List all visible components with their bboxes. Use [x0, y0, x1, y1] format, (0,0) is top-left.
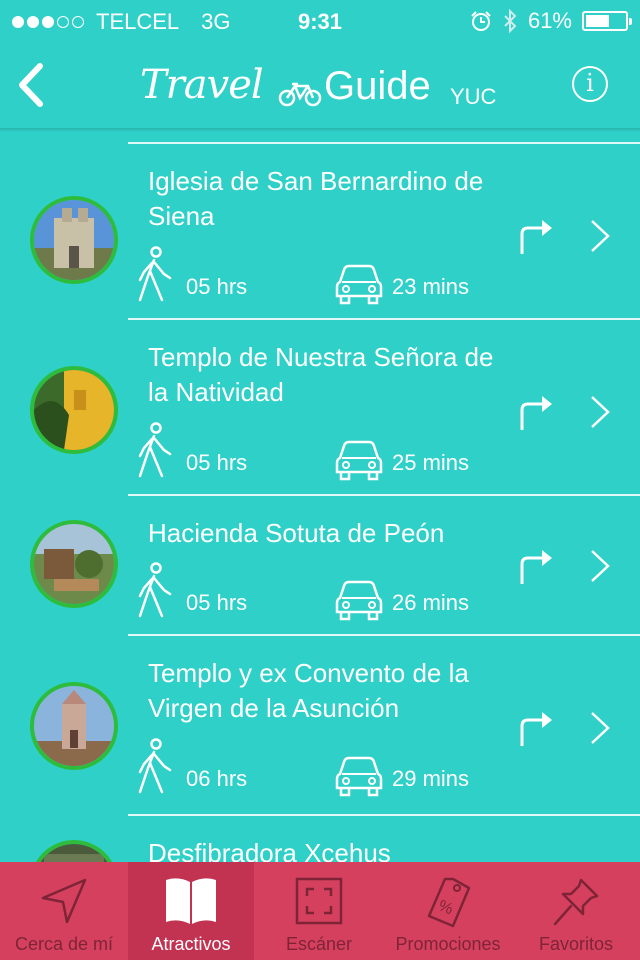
scanner-frame-icon: [295, 877, 343, 925]
list-item[interactable]: Desfibradora Xcehus: [0, 814, 640, 862]
app-header: Travel Guide YUC i: [0, 42, 640, 128]
chevron-right-icon[interactable]: [588, 710, 612, 746]
car-icon: [335, 580, 383, 621]
svg-text:%: %: [436, 897, 456, 918]
tab-label: Cerca de mí: [14, 934, 114, 954]
row-divider: [128, 142, 640, 144]
attraction-title: Templo de Nuestra Señora de la Natividad: [148, 342, 494, 407]
car-icon: [335, 440, 383, 481]
logo-guide-text: Guide: [324, 64, 431, 108]
bicycle-icon: [278, 82, 322, 107]
app-logo: Travel Guide YUC: [140, 56, 510, 116]
tab-favoritos[interactable]: Favoritos: [512, 862, 640, 960]
chevron-right-icon[interactable]: [588, 218, 612, 254]
tab-atractivos[interactable]: Atractivos: [128, 862, 254, 960]
tab-escaner[interactable]: Escáner: [254, 862, 384, 960]
status-right: 61%: [470, 8, 632, 34]
tab-label: Escáner: [285, 934, 353, 954]
attraction-thumbnail: [30, 520, 118, 608]
car-time: 25 mins: [392, 450, 470, 475]
list-item[interactable]: Templo y ex Convento de la Virgen de la …: [0, 634, 640, 812]
status-bar: TELCEL 3G 9:31 61%: [0, 0, 640, 42]
attraction-title: Templo y ex Convento de la Virgen de la …: [148, 658, 469, 723]
attraction-title: Iglesia de San Bernardino de Siena: [148, 166, 484, 231]
chevron-left-icon: [19, 63, 43, 107]
attraction-thumbnail: [30, 840, 118, 862]
book-icon: [166, 878, 216, 924]
walk-time: 05 hrs: [186, 590, 248, 615]
attractions-list[interactable]: Iglesia de San Bernardino de Siena 05 hr…: [0, 132, 640, 862]
walk-time: 06 hrs: [186, 766, 248, 791]
walk-time: 05 hrs: [186, 274, 248, 299]
car-time: 23 mins: [392, 274, 470, 299]
attraction-thumbnail: [30, 196, 118, 284]
row-divider: [128, 318, 640, 320]
tab-label: Promociones: [395, 934, 501, 954]
tab-label: Favoritos: [538, 934, 614, 954]
car-time: 29 mins: [392, 766, 470, 791]
walk-time: 05 hrs: [186, 450, 248, 475]
list-item[interactable]: Hacienda Sotuta de Peón 05 hrs 26 mins: [0, 494, 640, 636]
tab-promociones[interactable]: % Promociones: [384, 862, 512, 960]
tab-label: Atractivos: [151, 934, 231, 954]
info-button[interactable]: i: [572, 66, 608, 102]
list-item[interactable]: Templo de Nuestra Señora de la Natividad…: [0, 318, 640, 496]
directions-turn-right-icon[interactable]: [518, 706, 558, 748]
row-divider: [128, 494, 640, 496]
directions-turn-right-icon[interactable]: [518, 390, 558, 432]
list-item[interactable]: Iglesia de San Bernardino de Siena 05 hr…: [0, 142, 640, 320]
row-divider: [128, 814, 640, 816]
walking-person-icon: [138, 738, 172, 794]
price-tag-icon: %: [427, 877, 471, 928]
bluetooth-icon: [504, 9, 517, 33]
attraction-thumbnail: [30, 366, 118, 454]
pushpin-icon: [553, 878, 599, 926]
info-icon: i: [586, 69, 594, 97]
attraction-title: Desfibradora Xcehus: [148, 838, 391, 862]
walking-person-icon: [138, 422, 172, 478]
chevron-right-icon[interactable]: [588, 394, 612, 430]
battery-icon: [582, 11, 632, 31]
walking-person-icon: [138, 562, 172, 618]
chevron-right-icon[interactable]: [588, 548, 612, 584]
battery-percent: 61%: [527, 8, 572, 33]
alarm-clock-icon: [471, 11, 491, 31]
logo-region-text: YUC: [450, 84, 497, 109]
logo-travel-text: Travel: [140, 62, 264, 108]
attraction-title: Hacienda Sotuta de Peón: [148, 518, 445, 548]
car-icon: [335, 756, 383, 797]
navigation-arrow-icon: [41, 878, 87, 924]
tab-cerca-de-mi[interactable]: Cerca de mí: [0, 862, 128, 960]
walking-person-icon: [138, 246, 172, 302]
car-icon: [335, 264, 383, 305]
back-button[interactable]: [12, 60, 52, 110]
car-time: 26 mins: [392, 590, 470, 615]
bottom-tab-bar: Cerca de mí Atractivos Escáner % Promoci…: [0, 862, 640, 960]
directions-turn-right-icon[interactable]: [518, 214, 558, 256]
attraction-thumbnail: [30, 682, 118, 770]
row-divider: [128, 634, 640, 636]
directions-turn-right-icon[interactable]: [518, 544, 558, 586]
